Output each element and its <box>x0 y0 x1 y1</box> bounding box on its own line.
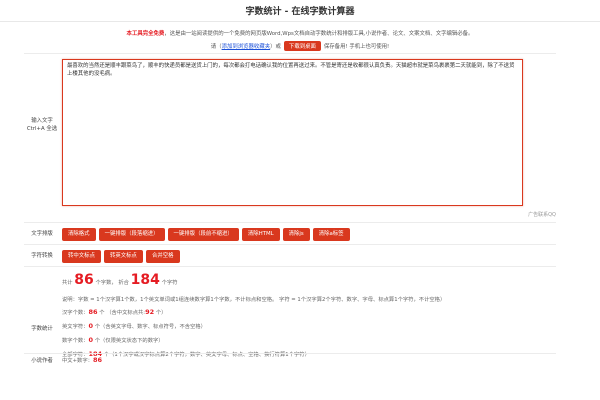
clear-js-button[interactable]: 清除js <box>282 228 310 241</box>
chinese-note: （含中文标点共: <box>106 310 146 316</box>
total-pre: 共计 <box>62 280 73 286</box>
to-english-punct-button[interactable]: 转英文标点 <box>103 250 143 263</box>
author-row: 小说作者 中文+数字：86 <box>24 353 556 369</box>
header-divider <box>0 21 600 22</box>
author-line: 中文+数字：86 <box>62 356 102 364</box>
download-button[interactable]: 下载到桌面 <box>283 41 321 51</box>
typeset-no-indent-button[interactable]: 一键排版（段前不缩进） <box>167 228 239 241</box>
free-label: 本工具完全免费 <box>126 31 165 37</box>
fold-unit: 个字符 <box>161 280 178 286</box>
author-label: 小说作者 <box>31 358 53 364</box>
convert-label: 字符转换 <box>31 253 53 259</box>
typeset-indent-button[interactable]: 一键排版（段落缩进） <box>98 228 165 241</box>
english-label: 英文字符： <box>62 324 89 330</box>
clear-a-tag-button[interactable]: 清除a标签 <box>312 228 350 241</box>
english-count-line: 英文字符：0 个（含英文字母、数字、标点符号，不含空格） <box>62 322 206 330</box>
word-count-value: 86 <box>74 272 94 288</box>
stats-total: 共计 86 个字数， 折合 184 个字符 <box>62 272 177 288</box>
typeset-buttons: 清除格式 一键排版（段落缩进） 一键排版（段前不缩进） 清除HTML 清除js 清除a标签 <box>62 228 353 241</box>
page-title: 字数统计 - 在线字数计算器 <box>245 7 355 17</box>
clear-format-button[interactable]: 清除格式 <box>62 228 96 241</box>
char-count-value: 184 <box>130 272 160 288</box>
digit-value: 0 <box>88 336 94 344</box>
digit-count-line: 数字个数：0 个（仅限英文状态下的数字） <box>62 336 164 344</box>
chinese-value: 86 <box>88 308 98 316</box>
to-chinese-punct-button[interactable]: 转中文标点 <box>62 250 101 263</box>
stats-note: 说明：字数 = 1个汉字算1个数，1个英文单词或1组连续数字算1个字数，不计标点… <box>62 297 446 303</box>
digit-label: 数字个数： <box>62 338 89 344</box>
convert-buttons: 转中文标点 转英文标点 合并空格 <box>62 250 183 263</box>
intro-pre: 请 <box>210 44 217 50</box>
convert-row: 字符转换 转中文标点 转英文标点 合并空格 <box>24 244 556 266</box>
fold-label: 折合 <box>118 280 129 286</box>
chinese-count-line: 汉字个数：86 个 （含中文标点共:92 个） <box>62 308 167 316</box>
intro-post: 保存备用! 手机上也可使用! <box>323 44 390 50</box>
bookmark-link[interactable]: 添加到浏览器收藏夹 <box>222 44 271 50</box>
input-label: 输入文字 Ctrl+A 全选 <box>26 118 58 132</box>
english-value: 0 <box>88 322 94 330</box>
clear-html-button[interactable]: 清除HTML <box>241 228 280 241</box>
stats-row: 字数统计 共计 86 个字数， 折合 184 个字符 说明：字数 = 1个汉字算… <box>24 266 556 400</box>
stats-label: 字数统计 <box>31 326 53 332</box>
chinese-note-end: ） <box>161 310 167 316</box>
merge-spaces-button[interactable]: 合并空格 <box>145 250 180 263</box>
english-note: 个（含英文字母、数字、标点符号，不含空格） <box>94 324 206 330</box>
typeset-row: 文字排版 清除格式 一键排版（段落缩进） 一键排版（段前不缩进） 清除HTML 清除js… <box>24 222 556 244</box>
ad-contact[interactable]: 广告联系QQ <box>528 211 556 218</box>
intro-desc: ，这是由一站阅读提供的一个免费的网页版Word,Wps文档自动字数统计和排版工具… <box>164 31 474 37</box>
intro-actions: 请（添加到浏览器收藏夹）或 下载到桌面 保存备用! 手机上也可使用! <box>0 41 600 51</box>
author-text: 中文+数字： <box>62 358 93 364</box>
total-unit: 个字数， <box>95 280 117 286</box>
chinese-punct-value: 92 <box>145 308 155 316</box>
digit-note: 个（仅限英文状态下的数字） <box>94 338 164 344</box>
intro-mid: 或 <box>275 44 281 50</box>
input-row: 输入文字 Ctrl+A 全选 广告联系QQ <box>24 53 556 222</box>
intro-line: 本工具完全免费，这是由一站阅读提供的一个免费的网页版Word,Wps文档自动字数… <box>0 29 600 37</box>
text-input[interactable] <box>62 59 523 206</box>
chinese-label: 汉字个数： <box>62 310 89 316</box>
typeset-label: 文字排版 <box>31 231 53 237</box>
author-value: 86 <box>92 356 102 364</box>
